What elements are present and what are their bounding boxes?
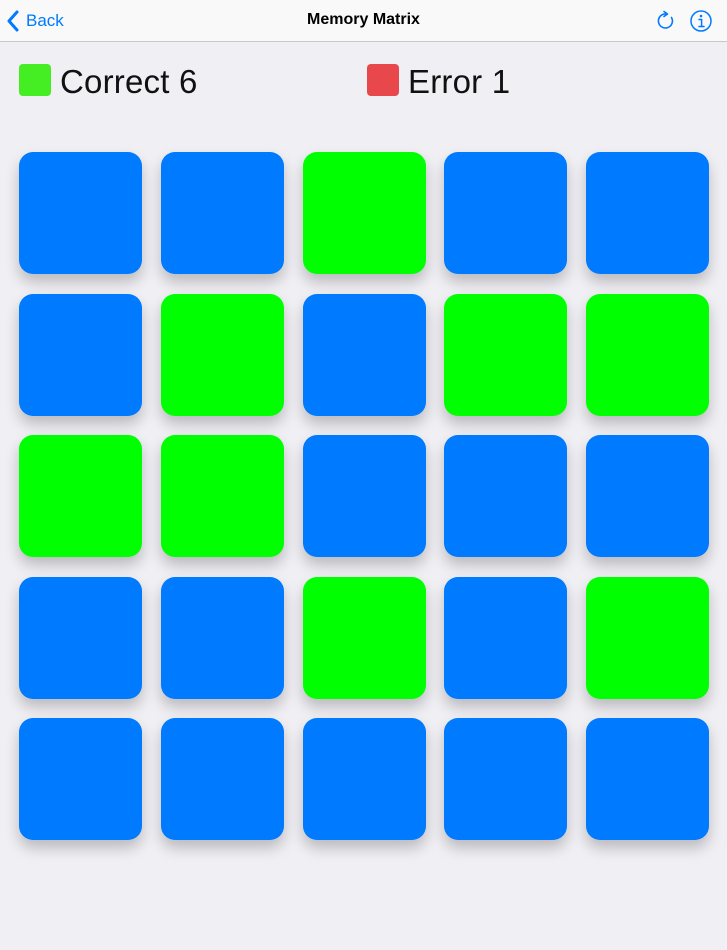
grid-tile[interactable]: [19, 718, 142, 840]
grid-tile[interactable]: [444, 152, 567, 274]
refresh-icon[interactable]: [654, 9, 678, 33]
grid-tile[interactable]: [161, 294, 284, 416]
grid-tile[interactable]: [19, 294, 142, 416]
grid-tile[interactable]: [586, 718, 709, 840]
grid-tile[interactable]: [444, 577, 567, 699]
error-score-label: Error 1: [408, 63, 511, 100]
grid-tile[interactable]: [19, 435, 142, 557]
grid-tile[interactable]: [444, 435, 567, 557]
grid-tile[interactable]: [586, 294, 709, 416]
info-icon[interactable]: [689, 9, 713, 33]
grid-tile[interactable]: [161, 718, 284, 840]
grid-tile[interactable]: [444, 718, 567, 840]
correct-swatch: [19, 64, 51, 96]
correct-score: Correct 6: [19, 62, 198, 102]
grid-tile[interactable]: [586, 152, 709, 274]
grid-tile[interactable]: [19, 152, 142, 274]
grid-tile[interactable]: [303, 577, 426, 699]
error-score: Error 1: [367, 62, 510, 102]
page-title: Memory Matrix: [307, 11, 420, 28]
grid-tile[interactable]: [444, 294, 567, 416]
correct-score-label: Correct 6: [60, 63, 198, 100]
navigation-bar: Back Memory Matrix: [0, 0, 727, 42]
grid-tile[interactable]: [303, 718, 426, 840]
memory-grid: [19, 152, 709, 840]
grid-tile[interactable]: [586, 435, 709, 557]
grid-tile[interactable]: [303, 435, 426, 557]
grid-tile[interactable]: [303, 294, 426, 416]
grid-tile[interactable]: [19, 577, 142, 699]
grid-tile[interactable]: [586, 577, 709, 699]
grid-tile[interactable]: [161, 435, 284, 557]
grid-tile[interactable]: [161, 152, 284, 274]
grid-tile[interactable]: [303, 152, 426, 274]
grid-tile[interactable]: [161, 577, 284, 699]
error-swatch: [367, 64, 399, 96]
